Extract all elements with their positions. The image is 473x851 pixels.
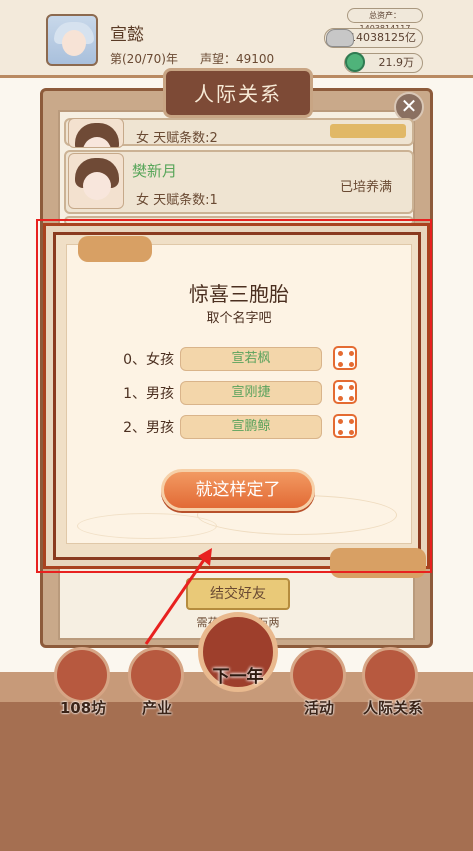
pavilion-icon[interactable] (54, 647, 110, 703)
scroll-icon[interactable] (290, 647, 346, 703)
nav-item-108[interactable]: 108坊 (50, 697, 116, 718)
silver-ingot-icon (326, 29, 354, 47)
player-avatar[interactable] (46, 14, 98, 66)
nav-item-relations[interactable]: 人际关系 (346, 697, 440, 718)
player-name: 宣懿 (110, 25, 144, 45)
panel-title: 人际关系 (194, 82, 282, 106)
nav-item-activity[interactable]: 活动 (286, 697, 352, 718)
member-avatar (68, 153, 124, 209)
action-tab[interactable] (330, 124, 406, 138)
member-info: 女 天赋条数:1 (136, 193, 218, 208)
jade-coin-icon (345, 52, 365, 72)
year-counter: 第(20/70)年 (110, 52, 178, 66)
next-year-button[interactable]: 下一年 (198, 662, 278, 687)
annotation-arrow-icon (144, 548, 212, 645)
member-status: 已培养满 (340, 180, 393, 195)
member-name: 樊新月 (132, 162, 178, 180)
member-info: 女 天赋条数:2 (136, 131, 218, 146)
highlight-box (36, 219, 432, 573)
fame-value: 声望：49100 (200, 52, 275, 66)
shop-icon[interactable] (128, 647, 184, 703)
nav-item-industry[interactable]: 产业 (124, 697, 190, 718)
member-avatar (68, 118, 124, 148)
handshake-icon[interactable] (362, 647, 418, 703)
total-assets-badge: 总资产：1403814117 (347, 8, 423, 33)
